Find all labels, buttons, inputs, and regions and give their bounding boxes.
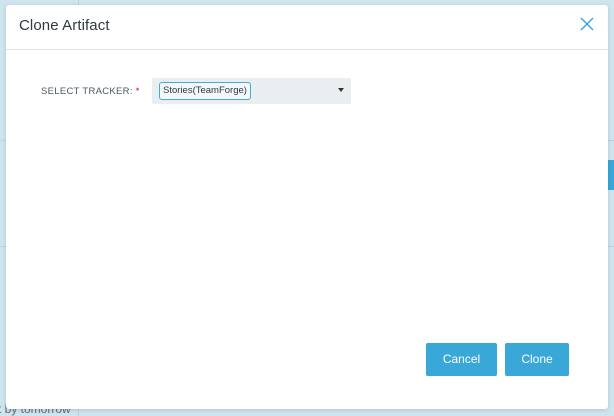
tracker-label: SELECT TRACKER: * bbox=[41, 86, 140, 97]
dialog-header: Clone Artifact bbox=[6, 5, 608, 50]
tracker-label-text: SELECT TRACKER: bbox=[41, 86, 133, 97]
dialog-title: Clone Artifact bbox=[19, 17, 110, 34]
close-button[interactable] bbox=[579, 16, 595, 32]
tracker-select[interactable]: Stories(TeamForge) bbox=[152, 78, 351, 104]
required-marker: * bbox=[135, 86, 140, 97]
close-icon bbox=[580, 17, 594, 31]
cancel-button[interactable]: Cancel bbox=[426, 343, 497, 376]
background-side-tab bbox=[608, 160, 614, 190]
clone-button[interactable]: Clone bbox=[505, 343, 569, 376]
selected-tracker-chip: Stories(TeamForge) bbox=[159, 82, 251, 100]
clone-artifact-dialog: Clone Artifact SELECT TRACKER: * Stories(… bbox=[6, 5, 608, 409]
chevron-down-icon bbox=[338, 88, 344, 92]
